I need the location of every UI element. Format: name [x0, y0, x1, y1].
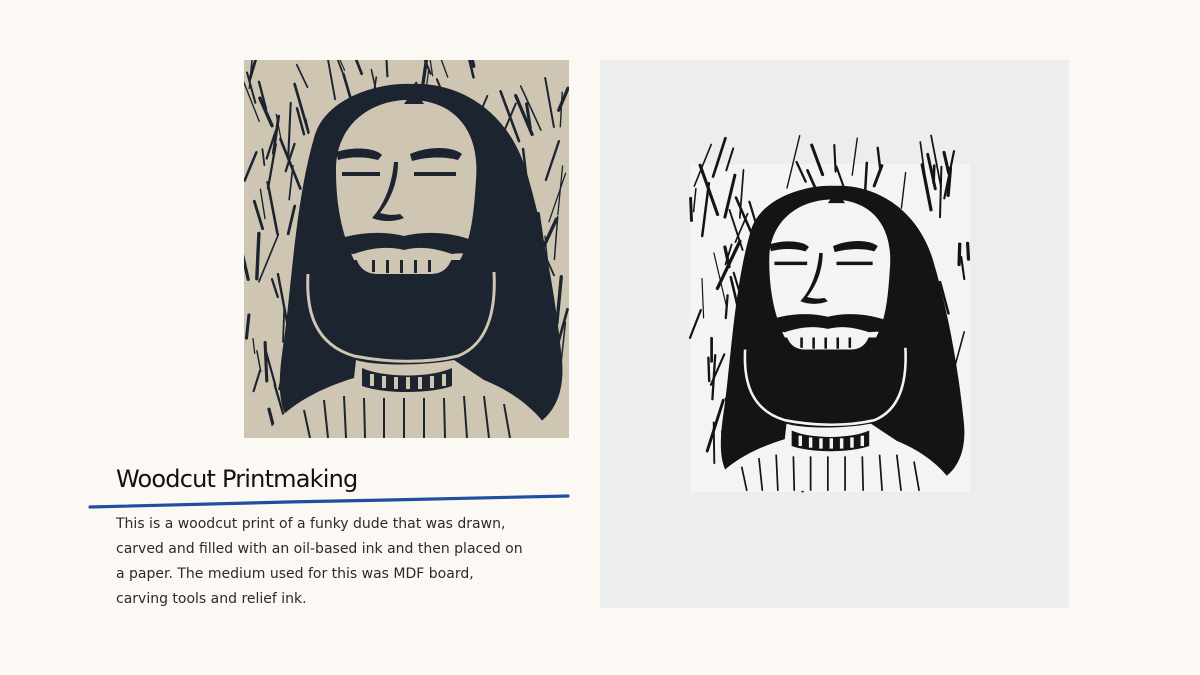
- gouge-stroke: [833, 144, 837, 173]
- gouge-stroke: [689, 196, 693, 222]
- printed-image: [688, 134, 971, 493]
- gouge-stroke: [263, 340, 269, 383]
- gouge-stroke: [946, 166, 953, 197]
- gouge-stroke: [966, 241, 971, 261]
- slide: Woodcut Printmaking This is a woodcut pr…: [0, 0, 1200, 675]
- gouge-stroke: [707, 356, 711, 383]
- gouge-stroke: [939, 165, 943, 219]
- gouge-stroke: [957, 242, 962, 267]
- woodcut-print-photo: [600, 60, 1069, 608]
- slide-title: Woodcut Printmaking: [116, 465, 358, 493]
- title-underline: [88, 494, 570, 509]
- slide-description: This is a woodcut print of a funky dude …: [116, 516, 523, 607]
- gouge-stroke: [932, 164, 936, 185]
- gouge-stroke: [255, 231, 261, 281]
- woodcut-block-photo: [244, 60, 569, 438]
